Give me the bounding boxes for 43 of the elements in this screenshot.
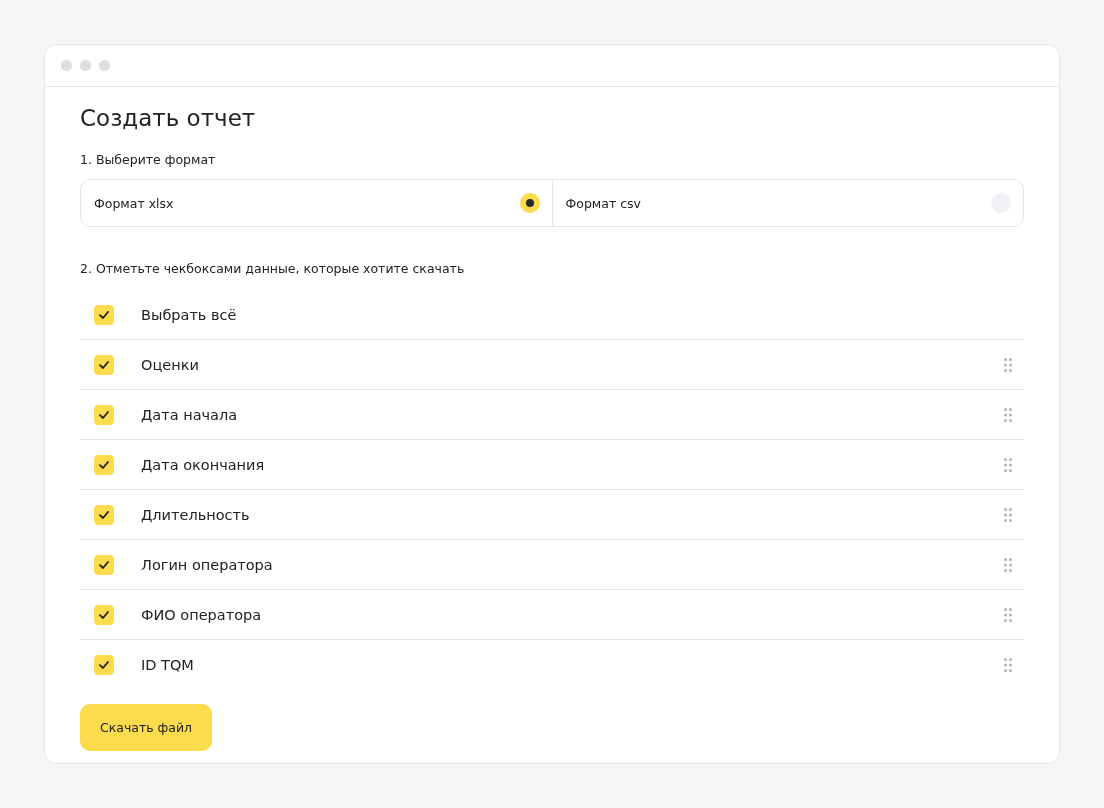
format-option[interactable]: Формат csv (551, 180, 1023, 226)
drag-handle-icon[interactable] (1004, 407, 1012, 422)
checkmark-icon (99, 661, 109, 669)
checkbox[interactable] (94, 404, 114, 425)
window-control-icon[interactable] (99, 60, 110, 71)
checkmark-icon (99, 410, 109, 419)
format-label: Формат xlsx (94, 195, 174, 211)
checkmark-icon (99, 360, 109, 369)
drag-handle-icon[interactable] (1004, 507, 1012, 522)
format-label: Формат csv (565, 195, 641, 211)
drag-handle-icon[interactable] (1004, 457, 1012, 472)
checkbox[interactable] (94, 454, 114, 475)
drag-handle-icon[interactable] (1004, 658, 1012, 672)
checkbox[interactable] (94, 504, 114, 525)
checkbox-label: ID TQM (141, 657, 195, 673)
checkbox-label: Оценки (141, 356, 200, 373)
checkbox[interactable] (94, 354, 114, 375)
checkbox-label: Логин оператора (141, 556, 274, 573)
checkbox[interactable] (94, 604, 114, 625)
checkbox-label: Дата окончания (141, 456, 266, 473)
checkbox-label: ФИО оператора (141, 606, 263, 623)
drag-handle-icon[interactable] (1004, 557, 1012, 572)
checkbox[interactable] (94, 304, 114, 325)
download-button[interactable]: Скачать файл (80, 704, 213, 751)
format-option[interactable]: Формат xlsx (81, 180, 552, 226)
window-control-icon[interactable] (61, 60, 72, 71)
checkbox-label: Выбрать всё (141, 306, 238, 323)
checkbox-label: Длительность (141, 506, 251, 523)
drag-handle-icon[interactable] (1004, 357, 1012, 372)
checkmark-icon (99, 610, 109, 619)
step-label: 2. Отметьте чекбоксами данные, которые хотите скачать (80, 260, 466, 278)
page-title: Создать отчет (80, 104, 257, 133)
step-label: 1. Выберите формат (80, 151, 217, 169)
radio-button[interactable] (519, 193, 540, 213)
drag-handle-icon[interactable] (1004, 607, 1012, 622)
checkmark-icon (99, 510, 109, 519)
checkbox[interactable] (94, 655, 114, 675)
checkmark-icon (99, 310, 109, 319)
checkmark-icon (99, 560, 109, 569)
checkmark-icon (99, 460, 109, 469)
checkbox-label: Дата начала (141, 406, 239, 423)
window-control-icon[interactable] (80, 60, 91, 71)
checkbox[interactable] (94, 554, 114, 575)
